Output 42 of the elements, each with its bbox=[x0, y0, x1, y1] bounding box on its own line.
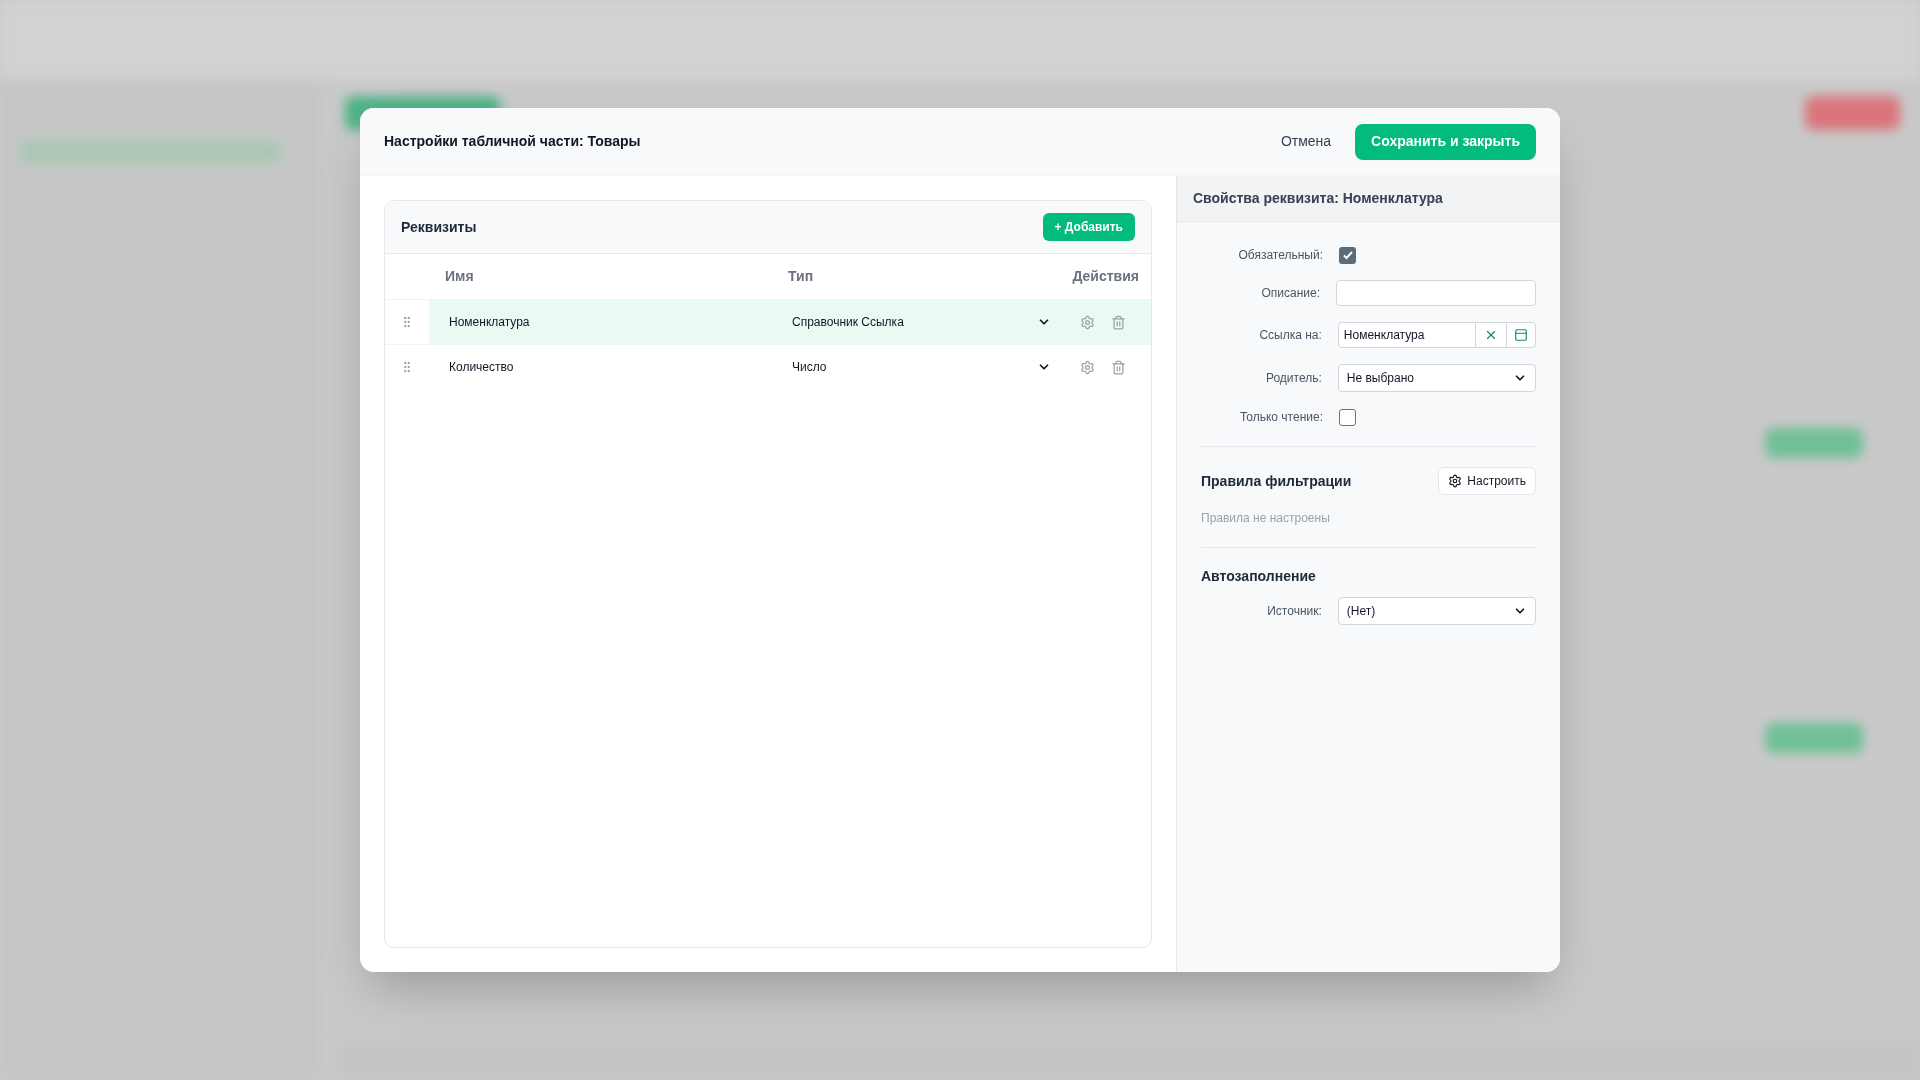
configure-button[interactable]: Настроить bbox=[1438, 467, 1536, 495]
type-select[interactable]: Число bbox=[786, 358, 1051, 376]
close-icon bbox=[1484, 328, 1498, 342]
reference-field[interactable]: Номенклатура bbox=[1337, 322, 1476, 348]
settings-button[interactable] bbox=[1080, 314, 1095, 330]
field-label: Только чтение: bbox=[1238, 409, 1323, 426]
checkbox[interactable] bbox=[1339, 246, 1356, 264]
checkmark-icon bbox=[1341, 249, 1354, 261]
checkbox[interactable] bbox=[1339, 408, 1356, 426]
type-select[interactable]: Справочник Ссылка bbox=[786, 313, 1051, 331]
column-header: Имя bbox=[445, 267, 475, 286]
attribute-name: Количество bbox=[448, 359, 515, 376]
dialog-title: Настройки табличной части: Товары bbox=[384, 132, 641, 151]
window-icon bbox=[1514, 328, 1528, 342]
settings-button[interactable] bbox=[1080, 359, 1095, 375]
trash-icon bbox=[1111, 359, 1126, 375]
field-label: Источник: bbox=[1266, 603, 1322, 620]
open-button[interactable] bbox=[1506, 322, 1536, 348]
select-field[interactable]: Не выбрано bbox=[1337, 364, 1536, 392]
delete-button[interactable] bbox=[1111, 314, 1126, 330]
field-label: Родитель: bbox=[1264, 370, 1322, 387]
description-field[interactable] bbox=[1336, 280, 1536, 306]
panel-title: Свойства реквизита: Номенклатура bbox=[1193, 189, 1443, 208]
column-header: Действия bbox=[1071, 267, 1140, 286]
delete-button[interactable] bbox=[1111, 359, 1126, 375]
field-label: Описание: bbox=[1260, 285, 1320, 302]
select-field[interactable]: (Нет) bbox=[1337, 597, 1536, 625]
field-label: Ссылка на: bbox=[1258, 327, 1322, 344]
trash-icon bbox=[1111, 314, 1126, 330]
settings-icon bbox=[1080, 314, 1095, 330]
clear-button[interactable] bbox=[1476, 322, 1506, 348]
settings-icon bbox=[1080, 359, 1095, 375]
column-header: Тип bbox=[788, 267, 815, 286]
card-title: Реквизиты bbox=[401, 217, 477, 237]
field-label: Обязательный: bbox=[1237, 247, 1323, 264]
section-title: Автозаполнение bbox=[1201, 567, 1317, 586]
section-title: Правила фильтрации bbox=[1201, 471, 1352, 491]
cancel-button[interactable]: Отмена bbox=[1280, 131, 1332, 152]
filter-note: Правила не настроены bbox=[1201, 510, 1331, 527]
attribute-row[interactable]: Номенклатура Справочник Ссылка bbox=[429, 300, 1151, 344]
settings-icon bbox=[1448, 474, 1463, 488]
attribute-name: Номенклатура bbox=[448, 314, 531, 331]
